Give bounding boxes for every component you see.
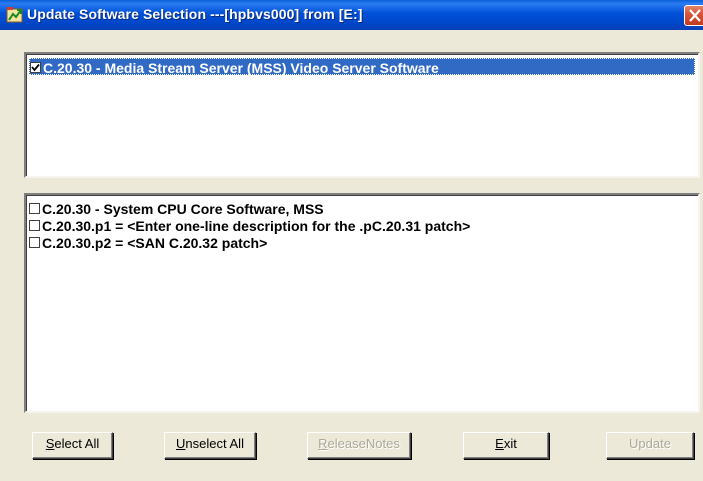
checkbox[interactable] <box>29 202 40 214</box>
release-notes-button[interactable]: ReleaseNotes <box>307 432 411 459</box>
update-button[interactable]: Update <box>606 432 694 459</box>
exit-button[interactable]: Exit <box>463 432 549 459</box>
window-title: Update Software Selection ---[hpbvs000] … <box>27 6 363 22</box>
software-update-icon <box>6 6 24 24</box>
exit-label: xit <box>503 436 517 451</box>
checkbox[interactable] <box>29 219 40 231</box>
release-notes-mnemonic: R <box>318 436 328 451</box>
update-label: Update <box>629 436 671 451</box>
software-component-list[interactable]: C.20.30 - System CPU Core Software, MSS … <box>24 193 700 413</box>
list-item[interactable]: C.20.30.p2 = <SAN C.20.32 patch> <box>29 234 267 251</box>
select-all-label: elect All <box>54 436 100 451</box>
unselect-all-label: nselect All <box>185 436 244 451</box>
checkbox[interactable] <box>30 61 41 73</box>
unselect-all-mnemonic: U <box>176 436 186 451</box>
exit-mnemonic: E <box>495 436 504 451</box>
close-button[interactable] <box>684 5 703 26</box>
list-item[interactable]: C.20.30 - Media Stream Server (MSS) Vide… <box>29 58 695 76</box>
unselect-all-button[interactable]: Unselect All <box>164 432 256 459</box>
title-bar[interactable]: Update Software Selection ---[hpbvs000] … <box>0 0 703 30</box>
list-item[interactable]: C.20.30.p1 = <Enter one-line description… <box>29 217 470 234</box>
close-icon <box>689 9 701 22</box>
list-item-label: C.20.30 - Media Stream Server (MSS) Vide… <box>43 59 439 76</box>
list-item-label: C.20.30.p2 = <SAN C.20.32 patch> <box>42 234 268 251</box>
software-version-list[interactable]: C.20.30 - Media Stream Server (MSS) Vide… <box>24 52 700 178</box>
select-all-button[interactable]: Select All <box>32 432 113 459</box>
list-item[interactable]: C.20.30 - System CPU Core Software, MSS <box>29 200 324 217</box>
list-item-label: C.20.30 - System CPU Core Software, MSS <box>42 200 324 217</box>
release-notes-label: eleaseNotes <box>327 436 400 451</box>
checkbox[interactable] <box>29 236 40 248</box>
checkmark-icon <box>31 63 40 72</box>
list-item-label: C.20.30.p1 = <Enter one-line description… <box>42 217 471 234</box>
